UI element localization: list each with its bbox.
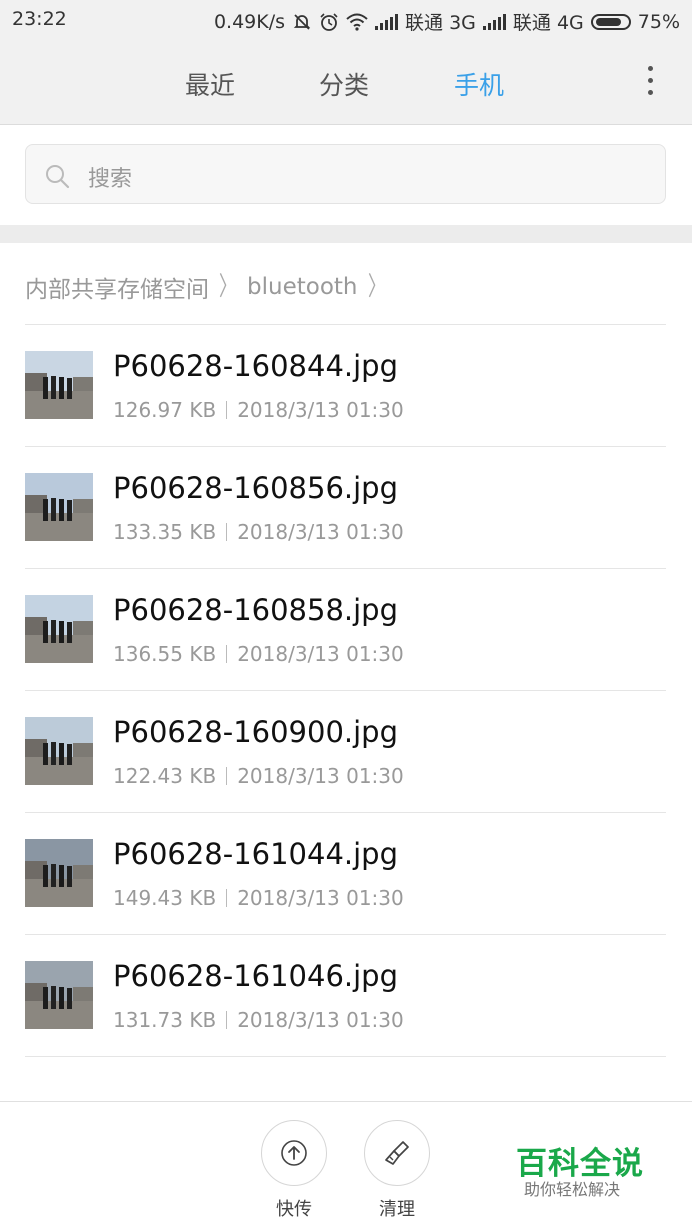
file-row[interactable]: P60628-160844.jpg 126.97 KB 2018/3/13 01:3… [25,325,666,447]
status-bar: 23:22 0.49K/s 联通 3G 联通 4G 75% [0,0,692,40]
more-menu-icon[interactable] [644,66,656,98]
file-date: 2018/3/13 01:30 [237,520,404,544]
file-name: P60628-160858.jpg [113,593,399,627]
quick-share-button[interactable] [261,1120,327,1186]
meta-separator [226,645,228,663]
file-meta: 126.97 KB 2018/3/13 01:30 [113,398,404,422]
search-placeholder: 搜索 [88,167,133,192]
file-date: 2018/3/13 01:30 [237,1008,404,1032]
file-row[interactable]: P60628-160858.jpg 136.55 KB 2018/3/13 01:3… [25,569,666,691]
breadcrumb-storage[interactable]: 内部共享存储空间 [25,270,209,304]
meta-separator [226,523,228,541]
file-name: P60628-161044.jpg [113,837,399,871]
file-meta: 122.43 KB 2018/3/13 01:30 [113,764,404,788]
status-time: 23:22 [12,8,67,30]
file-date: 2018/3/13 01:30 [237,764,404,788]
breadcrumb-bluetooth[interactable]: bluetooth [247,274,357,300]
file-size: 133.35 KB [113,520,217,544]
photo-thumbnail [25,473,93,541]
brush-icon [385,1141,409,1165]
file-size: 136.55 KB [113,642,217,666]
search-area: 搜索 [0,125,692,225]
tab-recent[interactable]: 最近 [185,66,235,102]
search-icon [44,163,70,189]
alarm-icon [319,12,339,32]
status-right: 0.49K/s 联通 3G 联通 4G 75% [214,8,680,35]
file-size: 131.73 KB [113,1008,217,1032]
photo-thumbnail [25,717,93,785]
network-speed: 0.49K/s [213,10,286,33]
file-date: 2018/3/13 01:30 [237,642,404,666]
file-name: P60628-160856.jpg [113,471,399,505]
signal-icon-2 [482,13,506,30]
file-row[interactable]: P60628-160856.jpg 133.35 KB 2018/3/13 01:3… [25,447,666,569]
file-row[interactable]: P60628-161044.jpg 149.43 KB 2018/3/13 01:3… [25,813,666,935]
chevron-right-icon: 〉 [218,272,238,302]
clean-button[interactable] [364,1120,430,1186]
photo-thumbnail [25,839,93,907]
file-name: P60628-161046.jpg [113,959,399,993]
file-list: P60628-160844.jpg 126.97 KB 2018/3/13 01:3… [0,325,692,1057]
mute-icon [292,12,312,32]
file-size: 149.43 KB [113,886,217,910]
battery-level: 75% [637,10,680,33]
quick-share-label: 快传 [276,1199,312,1220]
photo-thumbnail [25,961,93,1029]
meta-separator [226,889,228,907]
meta-separator [226,767,228,785]
file-date: 2018/3/13 01:30 [237,398,404,422]
file-name: P60628-160900.jpg [113,715,399,749]
file-meta: 149.43 KB 2018/3/13 01:30 [113,886,404,910]
section-divider [0,225,692,243]
file-row[interactable]: P60628-160900.jpg 122.43 KB 2018/3/13 01:3… [25,691,666,813]
upload-icon [281,1140,307,1166]
tab-phone[interactable]: 手机 [454,66,504,102]
tab-category[interactable]: 分类 [319,66,369,102]
tab-bar: 最近 分类 手机 [0,44,692,124]
file-meta: 131.73 KB 2018/3/13 01:30 [113,1008,404,1032]
file-size: 122.43 KB [113,764,217,788]
signal-icon [375,13,399,30]
clean-label: 清理 [379,1199,415,1220]
file-date: 2018/3/13 01:30 [237,886,404,910]
file-name: P60628-160844.jpg [113,349,399,383]
meta-separator [226,401,228,419]
battery-icon [590,13,631,30]
meta-separator [226,1011,228,1029]
file-row[interactable]: P60628-161046.jpg 131.73 KB 2018/3/13 01:3… [25,935,666,1057]
watermark-subtitle: 助你轻松解决 [524,1180,621,1199]
carrier-1: 联通 3G [405,12,476,34]
file-meta: 133.35 KB 2018/3/13 01:30 [113,520,404,544]
wifi-icon [346,13,368,31]
breadcrumb: 内部共享存储空间 〉 bluetooth 〉 [25,270,390,304]
photo-thumbnail [25,351,93,419]
search-input[interactable]: 搜索 [25,144,666,204]
carrier-2: 联通 4G [512,12,584,34]
file-size: 126.97 KB [113,398,217,422]
chevron-right-icon: 〉 [367,272,386,302]
file-meta: 136.55 KB 2018/3/13 01:30 [113,642,404,666]
photo-thumbnail [25,595,93,663]
